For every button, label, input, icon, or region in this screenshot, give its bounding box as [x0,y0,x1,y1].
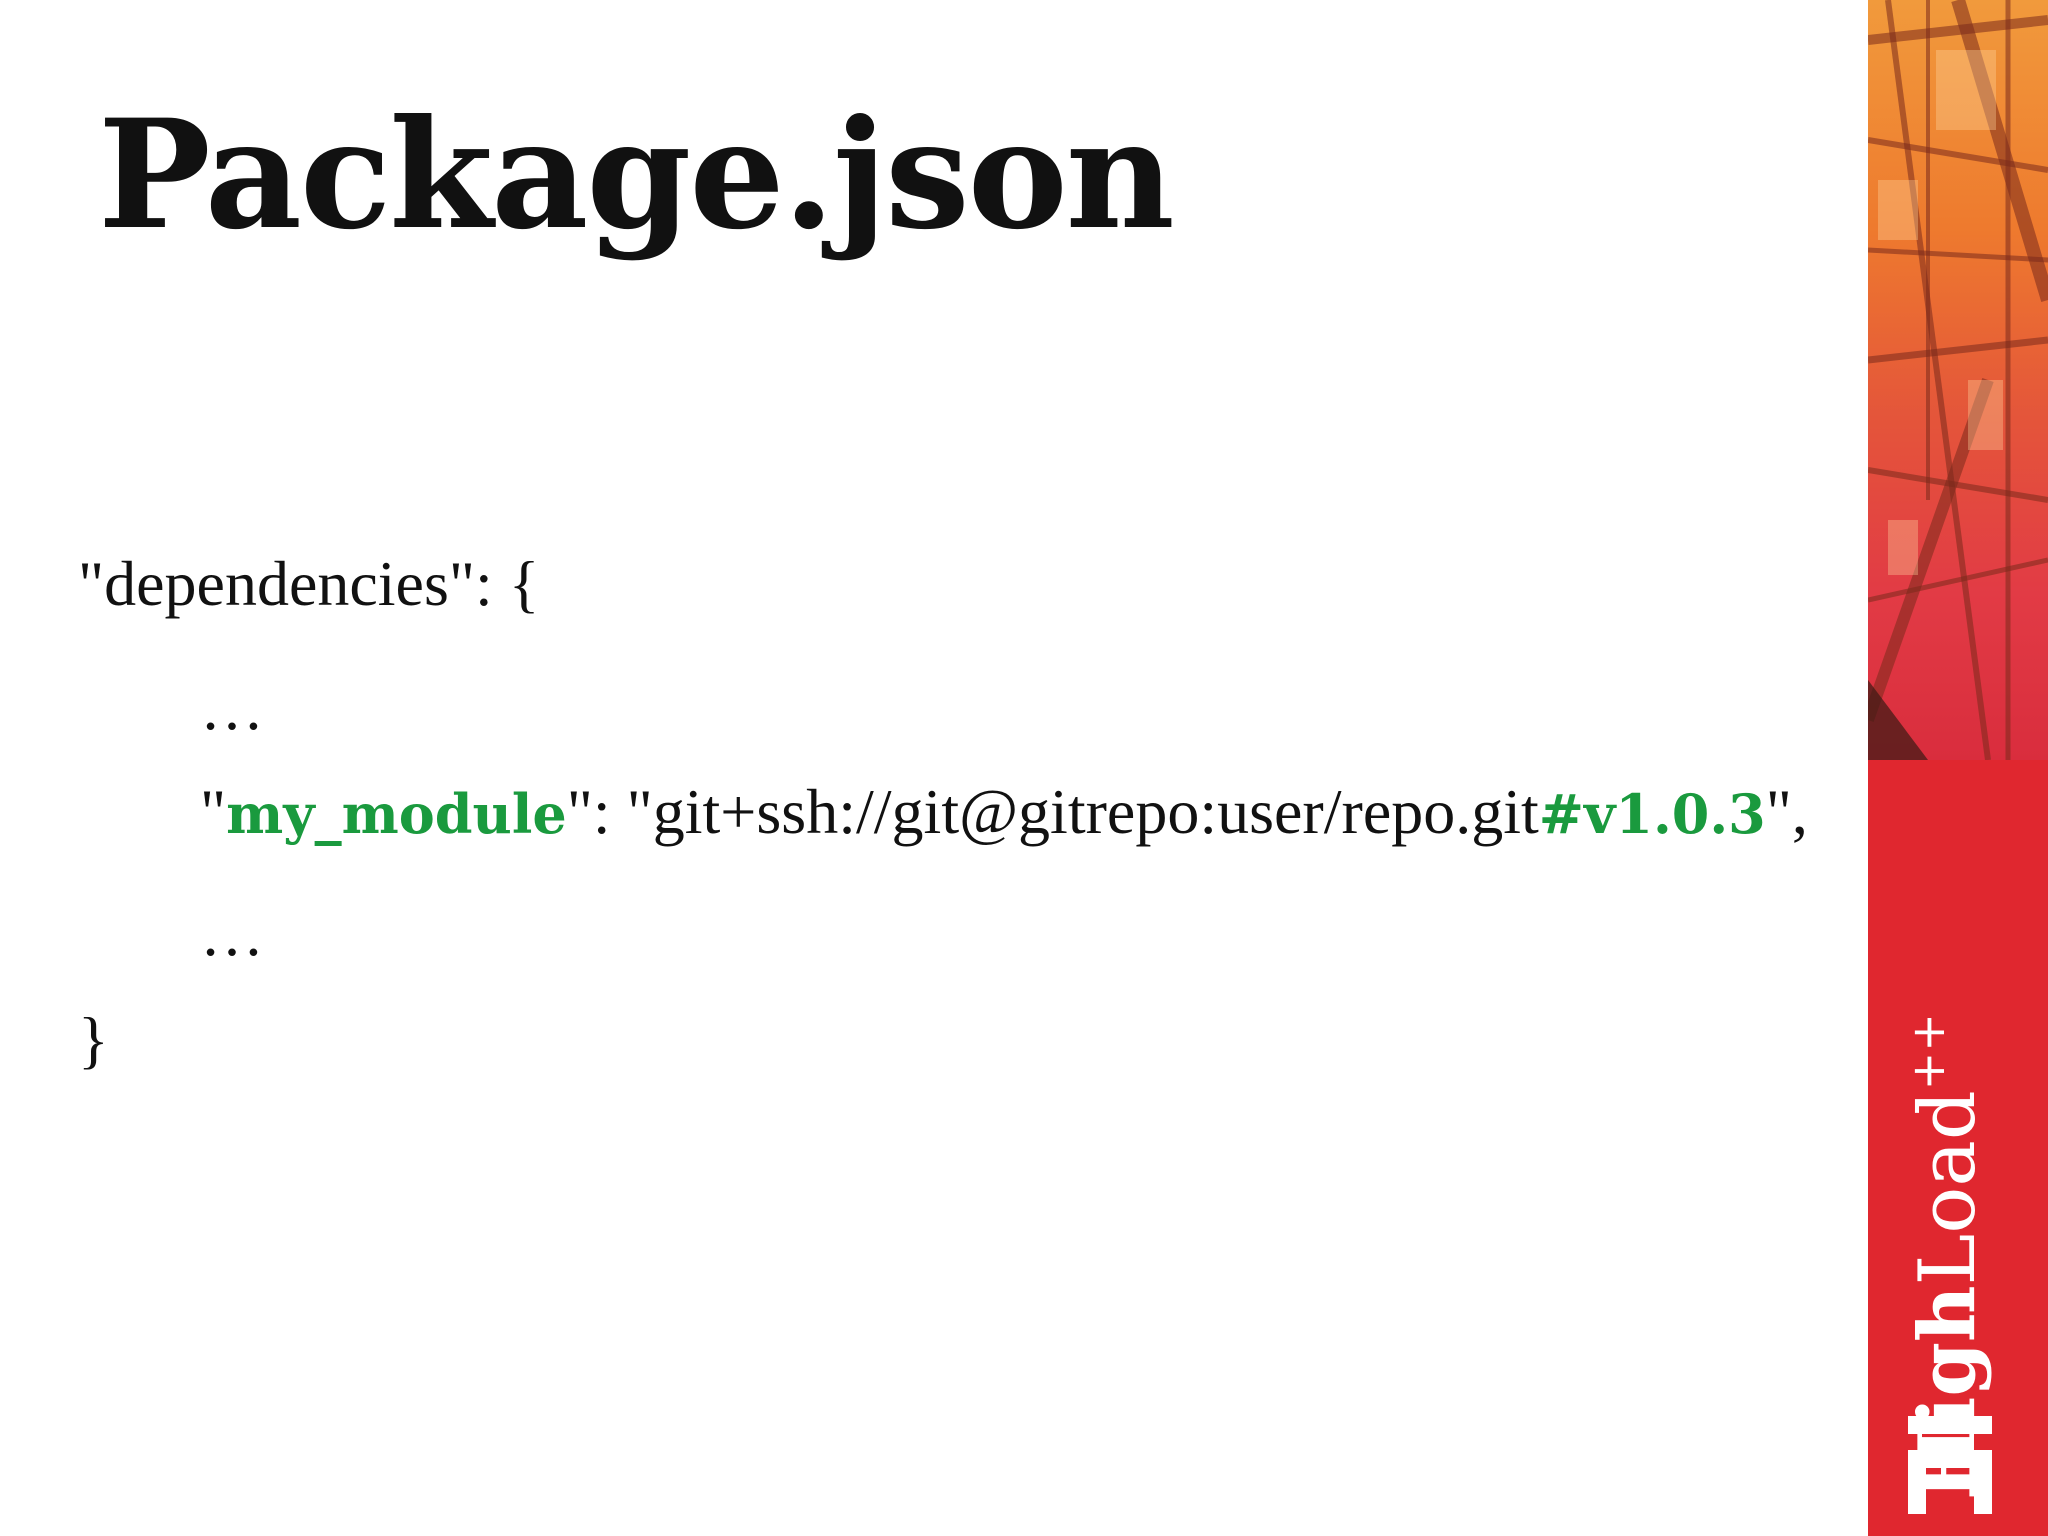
decorative-lines [1868,0,2048,760]
code-line-4: … [200,898,264,969]
code-line-3: "my_module": "git+ssh://git@gitrepo:user… [200,780,1808,844]
brand-wordmark: HighLoad++ [1901,1013,1993,1500]
slide: Package.json "dependencies": { … "my_mod… [0,0,2048,1536]
brand-high: High [1902,1285,1993,1500]
quote-open: " [200,776,227,847]
brand-load: Load [1903,1090,1993,1286]
code-line-1: "dependencies": { [78,548,540,619]
line-end: ", [1765,776,1808,847]
repo-url: ": "git+ssh://git@gitrepo:user/repo.git [566,776,1539,847]
module-name: my_module [226,782,567,846]
code-line-2: … [200,672,264,743]
code-line-5: } [78,1004,109,1075]
slide-title: Package.json [98,87,1175,263]
decorative-art-panel [1868,0,2048,760]
brand-plusplus: ++ [1901,1013,1955,1091]
version-tag: #v1.0.3 [1538,782,1766,846]
